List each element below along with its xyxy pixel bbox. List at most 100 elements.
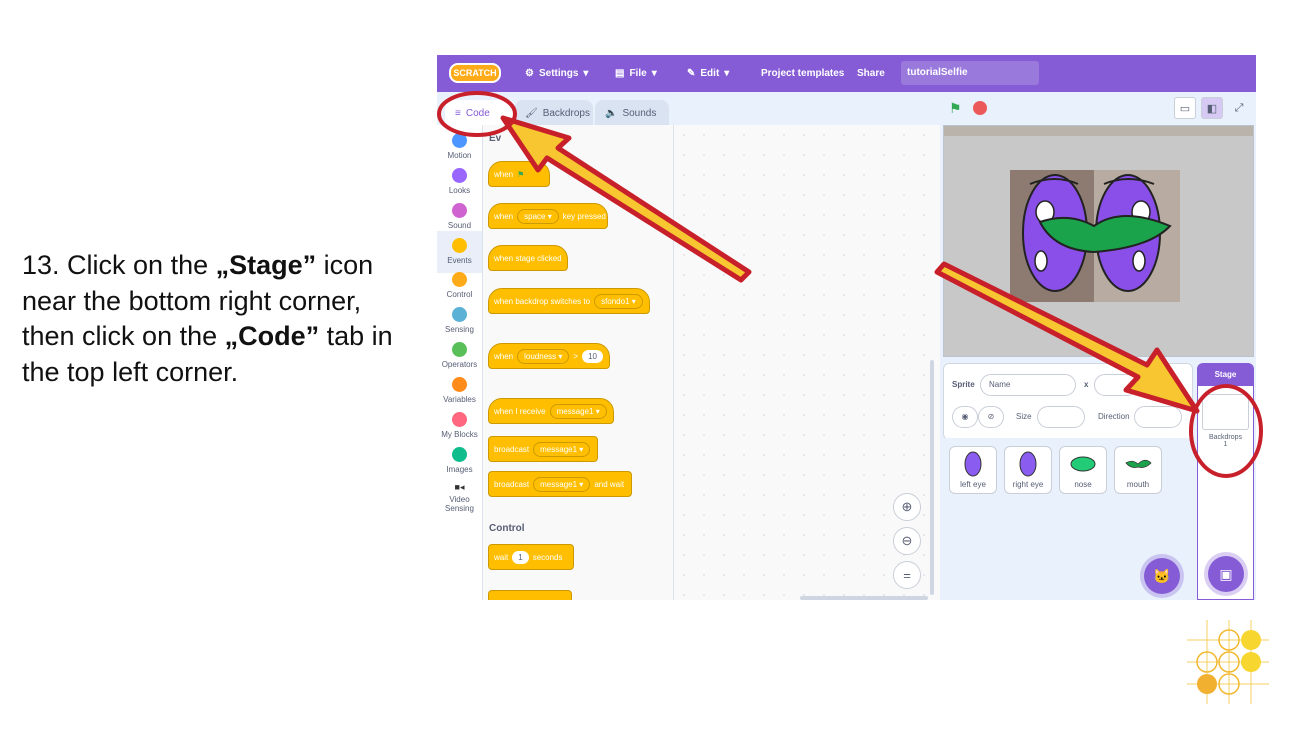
sprite-tile-nose[interactable]: nose [1059,446,1107,494]
scratch-editor-screenshot: SCRATCH ⚙ Settings ▾ ▤ File ▾ ✎ Edit ▾ Project… [437,55,1256,600]
events-title: Ev [489,133,502,144]
tab-sounds[interactable]: 🔈 Sounds [595,100,669,126]
backdrop-dropdown[interactable]: sfondo1 ▾ [594,293,643,309]
sprite-tile-mouth[interactable]: mouth [1114,446,1162,494]
category-events[interactable]: Events [437,231,482,273]
when-stage-clicked-block[interactable]: when stage clicked [488,245,568,271]
loudness-value-input[interactable]: 10 [582,349,603,363]
sprite-label: Sprite [952,380,975,389]
chevron-down-icon: ▾ [651,68,657,79]
normal-stage-button[interactable]: ◧ [1201,97,1223,119]
control-dot [452,272,467,287]
category-my-blocks[interactable]: My Blocks [437,412,482,439]
when-flag-clicked-block[interactable]: when ⚑ [488,161,550,187]
gear-icon: ⚙ [525,68,534,79]
edit-menu[interactable]: ✎ Edit ▾ [687,55,729,92]
scratch-logo[interactable]: SCRATCH [449,63,501,83]
key-dropdown[interactable]: space ▾ [517,208,559,224]
x-input[interactable] [1094,374,1138,396]
nose-thumbnail [1070,456,1096,472]
sprite-name-input[interactable]: Name [980,374,1076,396]
video-camera-icon: ■◂ [454,482,465,492]
script-area[interactable]: ⊕ ⊖ = [674,125,940,600]
mouth-thumbnail [1125,459,1152,468]
x-label: x [1084,380,1089,389]
when-backdrop-switches-block[interactable]: when backdrop switches to sfondo1 ▾ [488,288,650,314]
sprite-info-panel: Sprite Name x ◉ ⊘ Size Direction [943,363,1193,440]
project-templates-link[interactable]: Project templates [761,55,844,92]
category-menu: Motion Looks Sound Events Control Sensin… [437,125,483,600]
brush-icon: 🖌 [525,107,538,119]
when-loudness-block[interactable]: when loudness ▾ >10 [488,343,610,369]
fullscreen-icon[interactable]: ⤢ [1228,97,1250,119]
size-input[interactable] [1037,406,1085,428]
category-operators[interactable]: Operators [437,342,482,369]
loudness-dropdown[interactable]: loudness ▾ [517,348,570,364]
stage-selector[interactable]: Stage Backdrops 1 ▣ [1197,363,1254,600]
hide-sprite-button[interactable]: ⊘ [978,406,1004,428]
choose-sprite-button[interactable]: 🐱 [1144,558,1180,594]
code-icon: ≡ [455,107,461,119]
broadcast-block[interactable]: broadcast message1 ▾ [488,436,598,462]
broadcast-dropdown[interactable]: message1 ▾ [533,441,591,457]
eye-icon: ◉ [961,412,969,421]
project-title-input[interactable]: tutorialSelfie [901,61,1039,85]
stage-scene [944,126,1253,356]
cat-icon: 🐱 [1153,567,1171,584]
images-dot [452,447,467,462]
category-sensing[interactable]: Sensing [437,307,482,334]
stage-thumbnail[interactable] [1202,394,1249,430]
when-key-pressed-block[interactable]: when space ▾ key pressed [488,203,608,229]
message-dropdown[interactable]: message1 ▾ [549,403,607,419]
category-images[interactable]: Images [437,447,482,474]
category-sound[interactable]: Sound [437,203,482,230]
menu-bar: SCRATCH ⚙ Settings ▾ ▤ File ▾ ✎ Edit ▾ Project… [437,55,1256,92]
right-eye-highlight-small [1132,250,1146,272]
eye-slash-icon: ⊘ [987,412,995,421]
small-stage-button[interactable]: ▭ [1174,97,1196,119]
reset-zoom-icon[interactable]: = [893,561,921,589]
repeat-block-partial[interactable] [488,590,572,600]
settings-menu[interactable]: ⚙ Settings ▾ [525,55,588,92]
when-i-receive-block[interactable]: when I receive message1 ▾ [488,398,614,424]
share-button[interactable]: Share [857,55,885,92]
chevron-down-icon: ▾ [724,68,730,79]
category-motion[interactable]: Motion [437,133,482,160]
sensing-dot [452,307,467,322]
show-sprite-button[interactable]: ◉ [952,406,978,428]
stop-icon[interactable] [973,101,987,115]
wait-seconds-block[interactable]: wait 1 seconds [488,544,574,570]
script-area-vscrollbar[interactable] [930,360,934,595]
direction-input[interactable] [1134,406,1182,428]
my-blocks-dot [452,412,467,427]
file-menu[interactable]: ▤ File ▾ [615,55,657,92]
category-control[interactable]: Control [437,272,482,299]
operators-dot [452,342,467,357]
tab-code[interactable]: ≡ Code [445,100,515,126]
instruction-text: 13. Click on the „Stage” icon near the b… [22,250,393,387]
stage-canvas[interactable] [943,125,1254,357]
file-icon: ▤ [615,68,625,79]
choose-backdrop-button[interactable]: ▣ [1208,556,1244,592]
category-variables[interactable]: Variables [437,377,482,404]
zoom-out-icon[interactable]: ⊖ [893,527,921,555]
backdrops-count: 1 [1223,441,1228,448]
wait-value-input[interactable]: 1 [512,550,529,564]
code-keyword: „Code” [224,321,320,351]
events-dot [452,238,467,253]
category-video-sensing[interactable]: ■◂ Video Sensing [437,482,482,513]
right-eye-thumbnail [1019,451,1037,477]
script-area-scrollbar[interactable] [800,596,928,600]
green-flag-icon[interactable]: ⚑ [949,100,962,117]
decorative-circles-logo [1187,620,1269,704]
category-looks[interactable]: Looks [437,168,482,195]
broadcast-and-wait-block[interactable]: broadcast message1 ▾ and wait [488,471,632,497]
broadcast-wait-dropdown[interactable]: message1 ▾ [533,476,591,492]
variables-dot [452,377,467,392]
sprite-tile-right-eye[interactable]: right eye [1004,446,1052,494]
sound-dot [452,203,467,218]
backdrops-label: Backdrops [1208,434,1243,441]
sprite-tile-left-eye[interactable]: left eye [949,446,997,494]
tab-backdrops[interactable]: 🖌 Backdrops [515,100,593,126]
zoom-in-icon[interactable]: ⊕ [893,493,921,521]
